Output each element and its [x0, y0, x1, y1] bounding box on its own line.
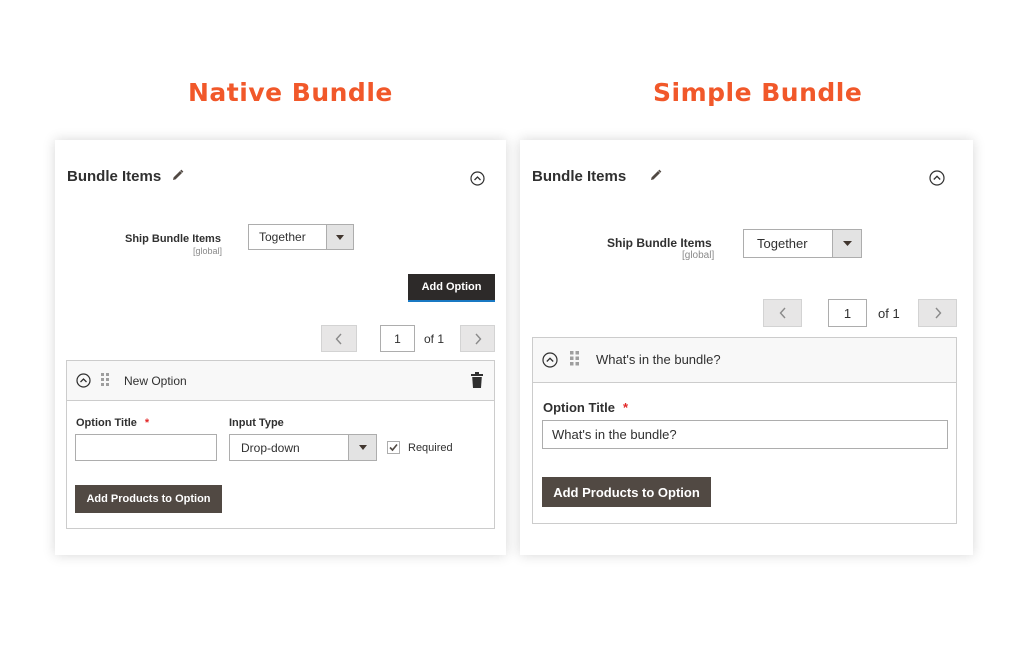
- select-value: Together: [757, 236, 808, 251]
- page-number-input[interactable]: 1: [380, 325, 415, 352]
- ship-scope-label: [global]: [193, 246, 223, 256]
- option-name-label: New Option: [124, 374, 187, 388]
- collapse-icon[interactable]: [542, 352, 558, 368]
- ship-bundle-items-label: Ship Bundle Items: [607, 236, 712, 250]
- option-title-text: Option Title: [543, 400, 615, 415]
- dropdown-arrow-icon: [326, 225, 353, 249]
- input-type-label: Input Type: [229, 417, 284, 429]
- next-page-button[interactable]: [460, 325, 495, 352]
- add-option-button[interactable]: Add Option: [408, 274, 495, 302]
- option-title-input[interactable]: What's in the bundle?: [542, 420, 948, 449]
- option-title-label: Option Title *: [543, 400, 628, 415]
- ship-bundle-items-label: Ship Bundle Items: [125, 233, 221, 245]
- add-products-to-option-button[interactable]: Add Products to Option: [542, 477, 711, 507]
- drag-handle-icon[interactable]: [101, 373, 109, 387]
- select-value: Drop-down: [241, 440, 300, 455]
- prev-page-button[interactable]: [763, 299, 802, 327]
- option-title-label: Option Title *: [76, 417, 149, 429]
- dropdown-arrow-icon: [832, 230, 861, 257]
- chevron-left-icon: [335, 333, 343, 345]
- native-bundle-heading: Native Bundle: [188, 78, 393, 107]
- required-asterisk: *: [144, 417, 150, 429]
- collapse-icon[interactable]: [470, 171, 485, 186]
- trash-icon[interactable]: [471, 372, 483, 388]
- select-value: Together: [259, 230, 306, 244]
- ship-bundle-items-select[interactable]: Together: [248, 224, 354, 250]
- native-bundle-panel: Bundle Items Ship Bundle Items [global] …: [55, 140, 506, 555]
- bundle-option-card: New Option Option Title * Input Type Drop…: [66, 360, 495, 529]
- ship-scope-label: [global]: [682, 250, 715, 261]
- ship-bundle-items-select[interactable]: Together: [743, 229, 862, 258]
- required-asterisk: *: [622, 400, 629, 415]
- collapse-icon[interactable]: [929, 170, 945, 186]
- page-total-label: of 1: [878, 306, 900, 321]
- checkbox-checked-icon[interactable]: [387, 441, 400, 454]
- option-header[interactable]: New Option: [67, 361, 494, 401]
- option-header[interactable]: What's in the bundle?: [533, 338, 956, 383]
- pencil-icon[interactable]: [649, 169, 662, 182]
- option-title-text: Option Title: [76, 417, 137, 429]
- chevron-right-icon: [934, 307, 942, 319]
- page-number-input[interactable]: 1: [828, 299, 867, 327]
- option-name-label: What's in the bundle?: [596, 352, 721, 367]
- option-title-input[interactable]: [75, 434, 217, 461]
- chevron-right-icon: [474, 333, 482, 345]
- panel-title: Bundle Items: [67, 168, 162, 185]
- bundle-option-card: What's in the bundle? Option Title * What…: [532, 337, 957, 524]
- simple-bundle-heading: Simple Bundle: [653, 78, 863, 107]
- chevron-left-icon: [779, 307, 787, 319]
- prev-page-button[interactable]: [321, 325, 357, 352]
- input-type-select[interactable]: Drop-down: [229, 434, 377, 461]
- pencil-icon[interactable]: [171, 169, 184, 182]
- add-products-to-option-button[interactable]: Add Products to Option: [75, 485, 222, 513]
- collapse-icon[interactable]: [76, 373, 91, 388]
- simple-bundle-panel: Bundle Items Ship Bundle Items [global] …: [520, 140, 973, 555]
- required-label: Required: [408, 442, 453, 454]
- next-page-button[interactable]: [918, 299, 957, 327]
- drag-handle-icon[interactable]: [570, 351, 579, 366]
- page-total-label: of 1: [424, 332, 445, 346]
- panel-title: Bundle Items: [532, 168, 627, 185]
- dropdown-arrow-icon: [348, 435, 376, 460]
